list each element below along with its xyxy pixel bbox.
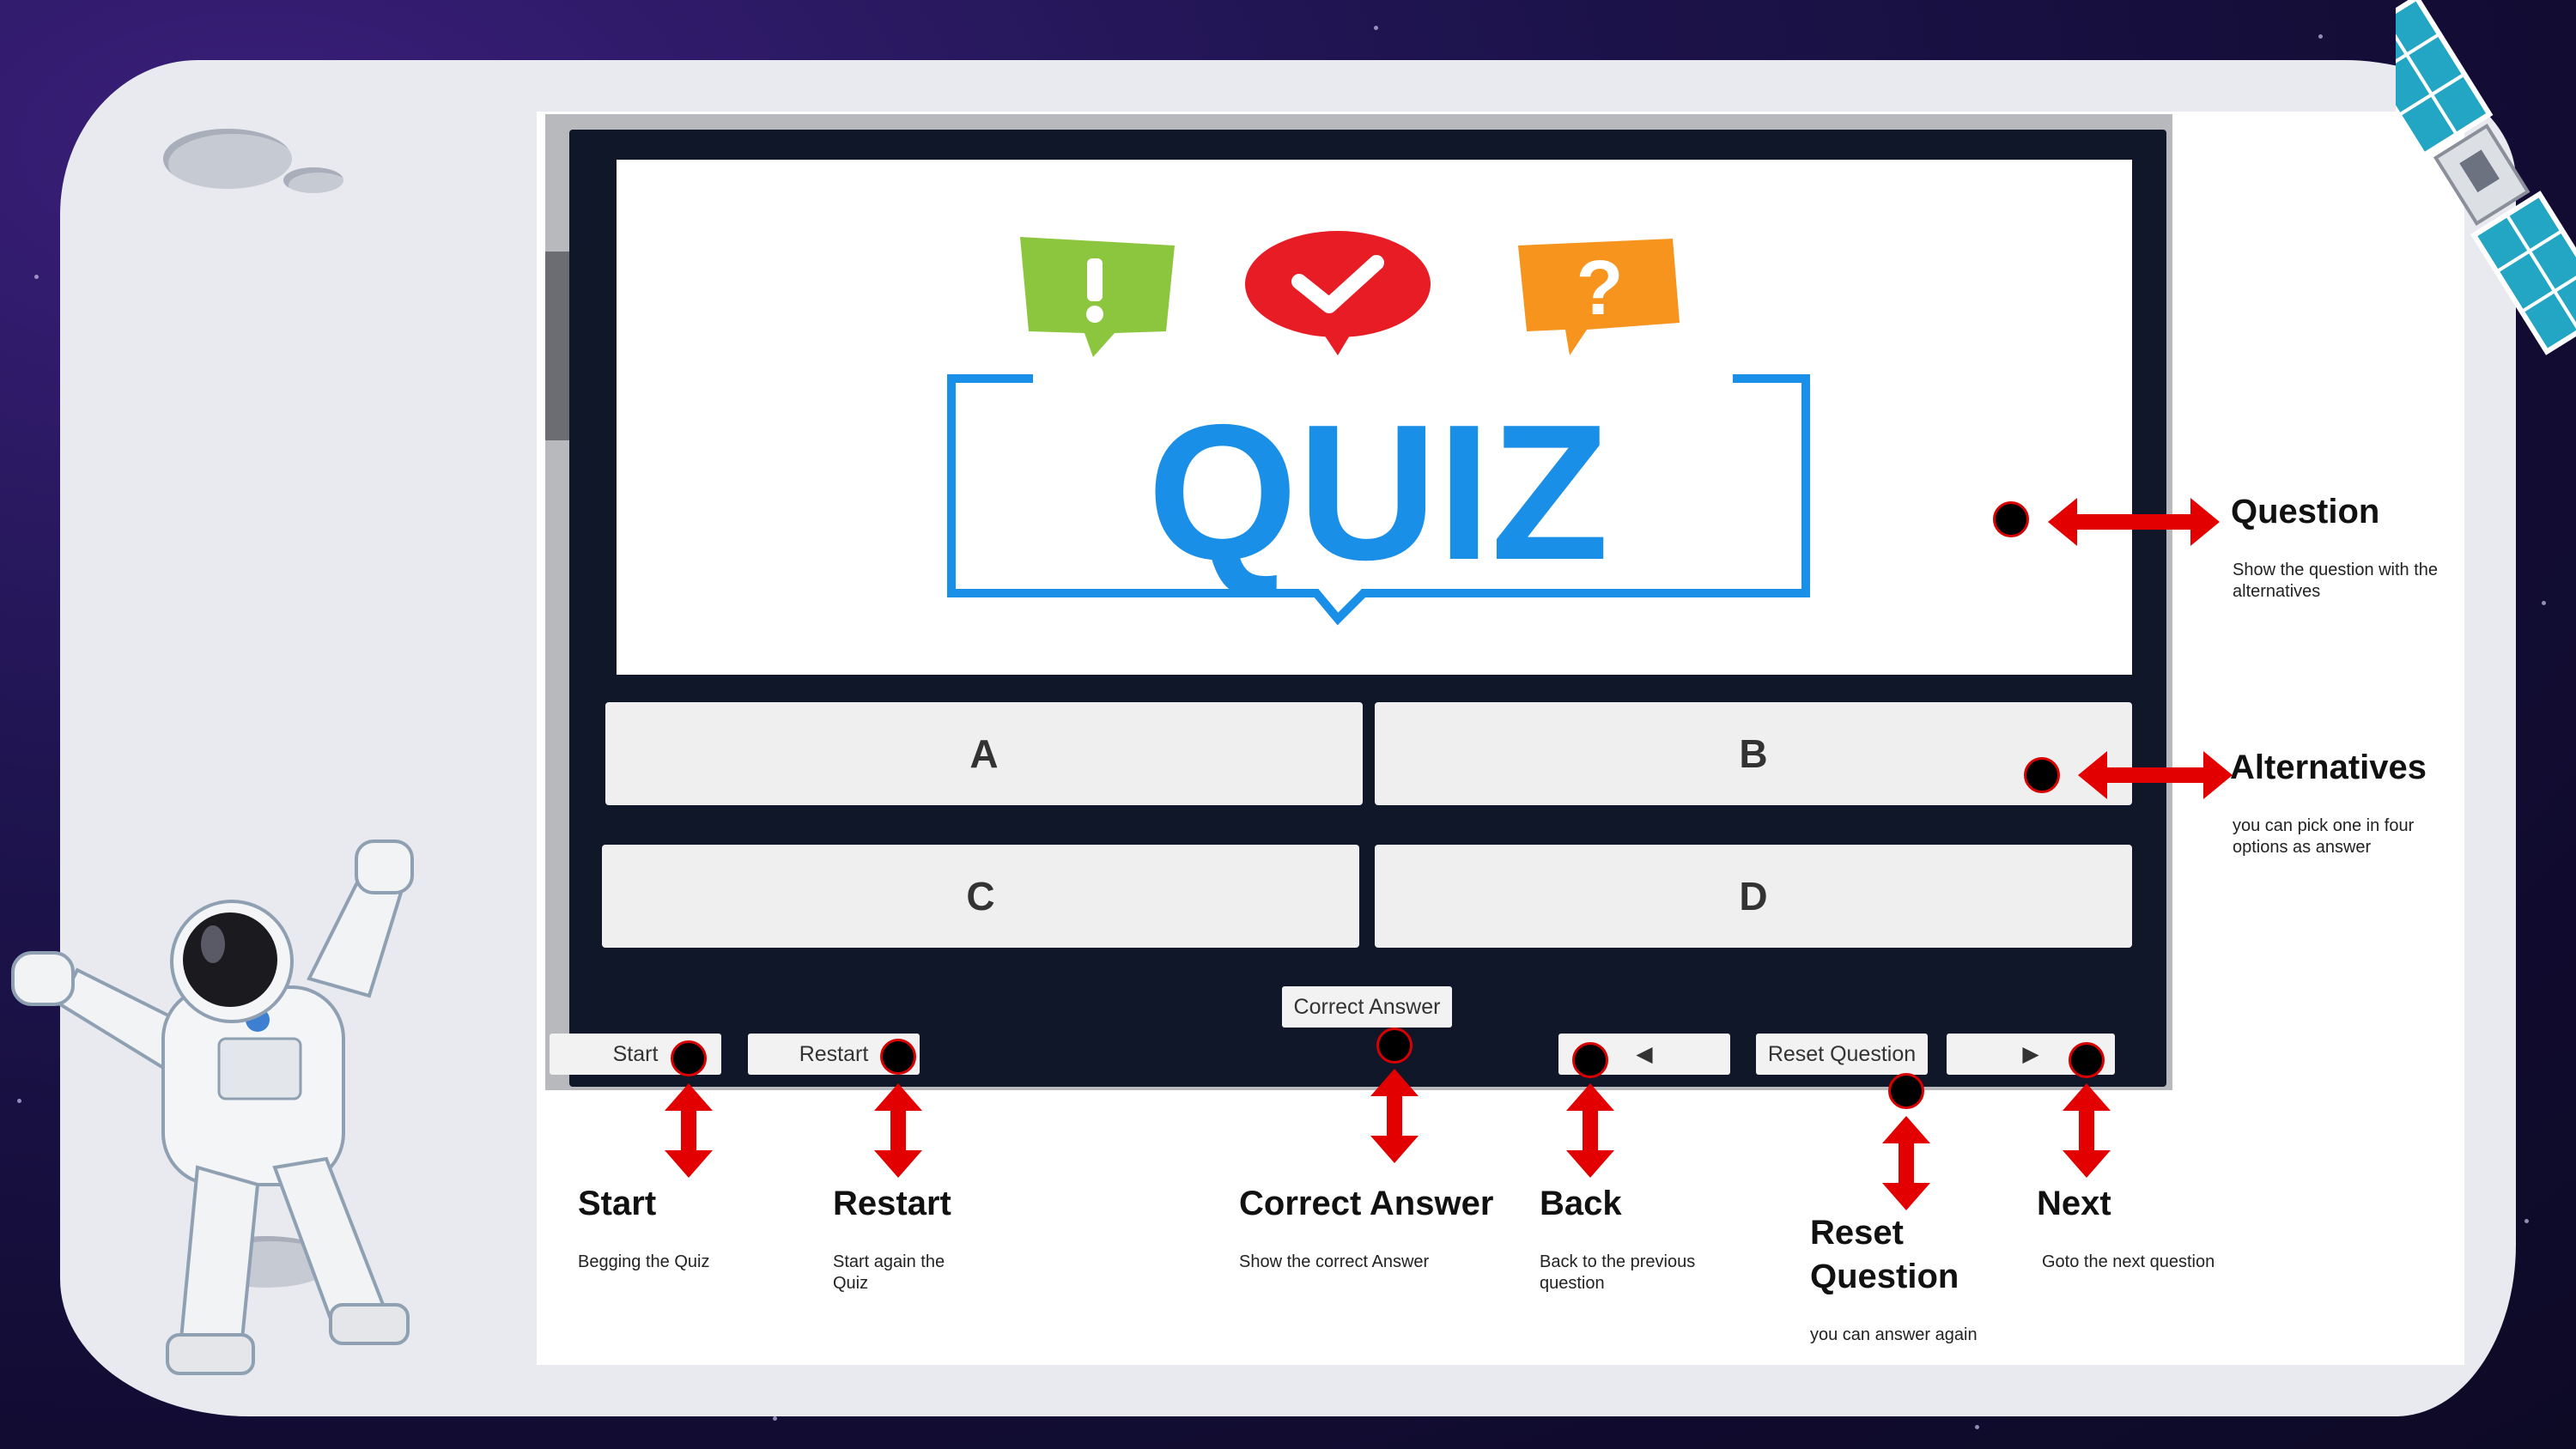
next-annotation-desc: Goto the next question [2042, 1252, 2215, 1271]
restart-annotation-desc: Start again the Quiz [833, 1252, 945, 1293]
correct-answer-button[interactable]: Correct Answer [1282, 986, 1452, 1028]
next-marker-dot [2069, 1042, 2105, 1078]
back-annotation-title: Back [1540, 1185, 1622, 1222]
alternatives-double-arrow [2078, 751, 2233, 799]
checkmark-bubble-icon [1245, 231, 1431, 355]
astronaut-illustration [11, 840, 414, 1375]
alternative-a-button[interactable]: A [605, 702, 1363, 805]
alternative-b-button[interactable]: B [1375, 702, 2132, 805]
correct-answer-marker-dot [1376, 1028, 1413, 1064]
alternatives-marker-dot [2024, 757, 2060, 793]
alternatives-annotation-title: Alternatives [2230, 749, 2427, 786]
reset-question-annotation-title-1: Reset [1810, 1214, 1904, 1252]
quiz-board: ? QUIZ A B C D [569, 130, 2166, 1087]
reset-question-marker-dot [1888, 1073, 1924, 1109]
start-annotation-title: Start [578, 1185, 657, 1222]
start-marker-dot [671, 1040, 707, 1076]
question-bubble-icon: ? [1518, 239, 1680, 355]
restart-marker-dot [880, 1039, 916, 1075]
correct-answer-annotation-title: Correct Answer [1239, 1185, 1494, 1222]
satellite-illustration [2396, 0, 2576, 355]
exclamation-bubble-icon [1020, 237, 1175, 357]
quiz-game-screenshot: ? QUIZ A B C D Correct Answer Start Rest… [545, 114, 2172, 1090]
reset-question-annotation-desc: you can answer again [1810, 1325, 1978, 1344]
next-double-arrow [2063, 1083, 2111, 1178]
start-annotation-desc: Begging the Quiz [578, 1252, 710, 1271]
question-panel: ? QUIZ [617, 160, 2132, 675]
reset-question-double-arrow [1882, 1116, 1930, 1210]
question-annotation-desc: Show the question with the alternatives [2233, 561, 2439, 601]
quiz-title: QUIZ [1147, 384, 1608, 600]
start-double-arrow [665, 1083, 713, 1178]
back-marker-dot [1572, 1042, 1608, 1078]
question-marker-dot [1993, 501, 2029, 537]
question-double-arrow [2048, 498, 2220, 546]
next-annotation-title: Next [2037, 1185, 2111, 1222]
back-double-arrow [1566, 1083, 1614, 1178]
alternatives-annotation-desc: you can pick one in four options as answ… [2233, 816, 2415, 857]
restart-annotation-title: Restart [833, 1185, 951, 1222]
correct-answer-annotation-desc: Show the correct Answer [1239, 1252, 1430, 1271]
restart-double-arrow [874, 1083, 922, 1178]
quiz-logo: ? QUIZ [947, 231, 1810, 626]
reset-question-annotation-title-2: Question [1810, 1258, 1959, 1295]
correct-answer-double-arrow [1370, 1069, 1419, 1163]
back-annotation-desc: Back to the previous question [1540, 1252, 1696, 1293]
alternative-d-button[interactable]: D [1375, 845, 2132, 948]
reset-question-button[interactable]: Reset Question [1756, 1034, 1928, 1075]
question-annotation-title: Question [2231, 493, 2380, 530]
alternative-c-button[interactable]: C [602, 845, 1359, 948]
svg-text:?: ? [1577, 246, 1624, 331]
